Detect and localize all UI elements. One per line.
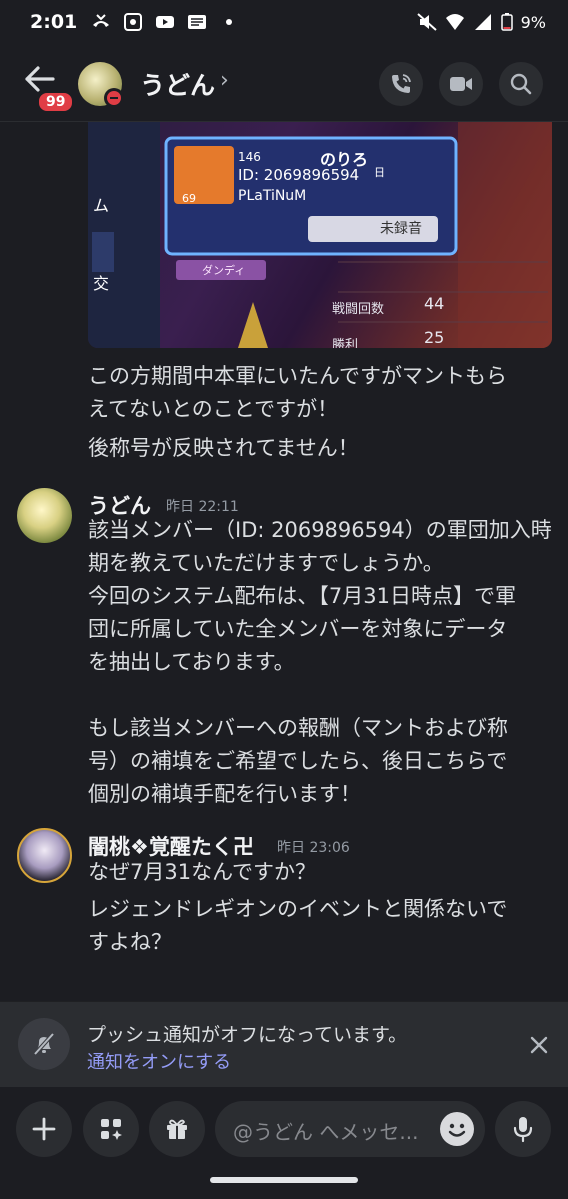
chevron-right-icon[interactable]: › <box>220 68 229 93</box>
image-attachment[interactable]: 146 のりろ ID: 2069896594 日 PLaTiNuM 69 ム 交… <box>88 122 552 348</box>
battery-icon <box>500 13 513 31</box>
voice-call-button[interactable] <box>379 62 423 106</box>
stat-battles-label: 戦闘回数 <box>332 302 385 317</box>
close-icon[interactable] <box>526 1032 552 1058</box>
side-text-1: ム <box>93 196 110 215</box>
status-time: 2:01 <box>30 11 78 33</box>
bell-off-icon <box>33 1032 55 1056</box>
page-title[interactable]: うどん <box>140 66 215 102</box>
player-level: 69 <box>182 192 196 205</box>
app-notification-icon <box>124 13 143 31</box>
mute-icon <box>416 13 437 31</box>
player-rank: PLaTiNuM <box>238 188 307 204</box>
signal-icon <box>474 14 491 30</box>
video-camera-icon <box>450 77 472 91</box>
stat-wins-value: 25 <box>424 328 445 347</box>
emoji-face <box>448 1123 466 1137</box>
player-id: ID: 2069896594 <box>238 166 360 184</box>
search-icon <box>510 73 532 95</box>
add-attachment-button[interactable] <box>16 1101 72 1157</box>
status-bar: 2:01 9% <box>0 0 568 44</box>
status-system-icons: 9% <box>416 12 546 32</box>
apps-button[interactable] <box>83 1101 139 1157</box>
avatar[interactable] <box>17 828 72 883</box>
side-tab: 日 <box>374 166 385 179</box>
stat-battles-value: 44 <box>424 294 445 313</box>
gift-button[interactable] <box>149 1101 205 1157</box>
emoji-icon[interactable] <box>440 1112 474 1146</box>
apps-icon <box>101 1119 122 1140</box>
status-notification-icons <box>91 13 239 31</box>
dnd-status-icon <box>104 88 124 108</box>
push-notification-notice: プッシュ通知がオフになっています。 通知をオンにする <box>0 1001 568 1087</box>
message-text: この方期間中本軍にいたんですがマントもら えてないとのことですが！ 後称号が反映… <box>88 364 507 460</box>
phone-call-icon <box>392 74 411 93</box>
home-indicator[interactable] <box>210 1177 358 1183</box>
message-timestamp: 昨日 22:11 <box>166 499 239 515</box>
message-text: なぜ7月31なんですか？ レジェンドレギオンのイベントと関係ないで すよね？ <box>88 860 508 954</box>
message-timestamp: 昨日 23:06 <box>277 840 350 856</box>
notice-text: プッシュ通知がオフになっています。 <box>87 1024 408 1046</box>
stat-wins-label: 勝利 <box>332 338 359 348</box>
side-text-2: 交 <box>93 274 110 293</box>
record-button: 未録音 <box>380 221 422 237</box>
enable-notifications-link[interactable]: 通知をオンにする <box>87 1048 231 1074</box>
back-arrow-icon[interactable] <box>22 64 56 94</box>
battery-percent: 9% <box>520 12 546 32</box>
microphone-icon <box>513 1117 533 1143</box>
player-tag: ダンディ <box>202 264 246 277</box>
avatar[interactable] <box>17 488 72 543</box>
video-call-button[interactable] <box>439 62 483 106</box>
bell-off-button[interactable] <box>18 1018 70 1070</box>
unread-badge: 99 <box>37 91 75 113</box>
voice-message-button[interactable] <box>495 1101 551 1157</box>
dot-icon <box>226 19 233 25</box>
game-level-text: 146 <box>238 150 261 164</box>
gift-icon <box>167 1119 187 1139</box>
youtube-icon <box>156 16 175 28</box>
message-text: 該当メンバー（ID: 2069896594）の軍団加入時 期を教えていただけます… <box>88 518 552 806</box>
news-icon <box>188 15 207 29</box>
search-button[interactable] <box>499 62 543 106</box>
missed-call-icon <box>93 14 110 27</box>
plus-icon <box>32 1117 56 1141</box>
channel-header: 99 うどん › <box>0 44 568 122</box>
wifi-icon <box>445 14 464 30</box>
